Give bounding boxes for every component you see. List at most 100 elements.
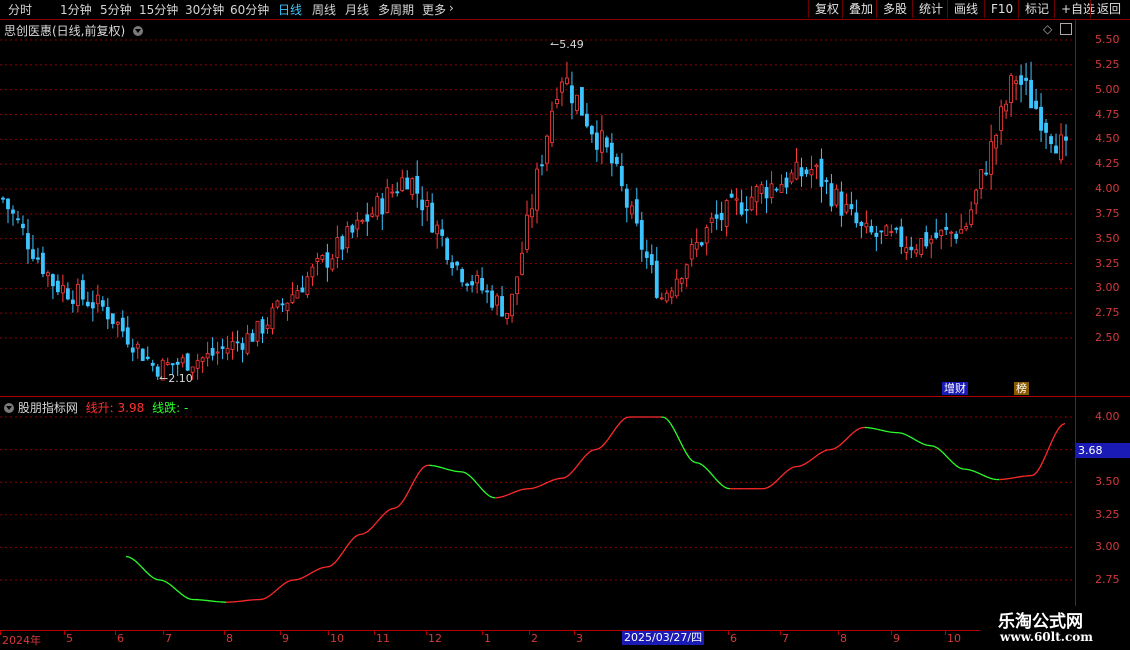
indicator-line-segment [958, 466, 962, 470]
candle-body [215, 351, 220, 354]
period-tab-monthly[interactable]: 月线 [345, 1, 369, 18]
indicator-line-segment [288, 579, 293, 582]
period-tab-15min[interactable]: 15分钟 [139, 1, 178, 18]
indicator-line-segment [817, 452, 822, 456]
indicator-line-segment [160, 579, 164, 582]
period-tab-60min[interactable]: 60分钟 [230, 1, 269, 18]
indicator-line-segment [485, 492, 490, 497]
indicator-line-segment [297, 577, 302, 580]
indicator-tick-label: 4.00 [1095, 410, 1120, 423]
candle-body [859, 221, 864, 227]
indicator-line-segment [275, 587, 280, 591]
date-tick-label: 8 [840, 632, 847, 645]
price-tick-label: 3.75 [1095, 206, 1120, 220]
indicator-line-segment [573, 466, 578, 471]
period-tab-1min[interactable]: 1分钟 [60, 1, 92, 18]
indicator-line-segment [1036, 466, 1041, 473]
indicator-line-segment [134, 560, 139, 565]
period-tab-daily[interactable]: 日线 [278, 1, 302, 18]
candlestick-chart[interactable] [0, 20, 1075, 395]
indicator-line-segment [886, 430, 890, 433]
candle-body [919, 238, 924, 255]
indicator-line-segment [416, 470, 421, 477]
candle-body [649, 254, 654, 266]
indicator-line-segment [507, 492, 512, 496]
indicator-line-segment [851, 430, 856, 435]
period-tab-multi[interactable]: 多周期 [378, 1, 414, 18]
indicator-line-segment [839, 442, 844, 446]
indicator-line-segment [770, 482, 775, 487]
candle-body [385, 187, 390, 213]
indicator-line-segment [538, 484, 543, 487]
period-tab-5min[interactable]: 5分钟 [100, 1, 132, 18]
indicator-line-segment [181, 594, 186, 598]
indicator-line-segment [707, 469, 712, 475]
candle-body [814, 164, 819, 168]
candle-body [689, 244, 694, 260]
indicator-line-segment [147, 573, 152, 577]
back-button[interactable]: 返回 [1090, 0, 1127, 18]
indicator-line-segment [854, 428, 859, 432]
candle-body [275, 300, 280, 308]
candle-body [330, 258, 335, 270]
mark-button[interactable]: 标记 [1018, 0, 1055, 18]
chevron-right-icon[interactable]: › [449, 1, 454, 15]
statistics-button[interactable]: 统计 [912, 0, 949, 18]
indicator-line-segment [400, 498, 406, 504]
indicator-line-segment [513, 490, 518, 493]
date-tick-mark [224, 630, 225, 635]
price-tick-label: 2.50 [1095, 331, 1120, 344]
bang-badge[interactable]: 榜 [1014, 382, 1029, 395]
indicator-line-segment [692, 460, 696, 464]
price-tick-label: 2.75 [1095, 306, 1120, 320]
candle-body [410, 178, 415, 196]
candle-body [405, 177, 410, 190]
candle-body [400, 177, 405, 191]
candle-body [390, 191, 395, 194]
indicator-line-segment [945, 455, 950, 460]
candle-body [70, 299, 75, 304]
candle-body [540, 164, 544, 167]
indicator-chart[interactable] [0, 397, 1075, 630]
adjust-button[interactable]: 复权 [808, 0, 845, 18]
date-tick-label: 1 [484, 632, 491, 645]
indicator-line-segment [363, 531, 368, 535]
indicator-line-segment [789, 466, 794, 470]
indicator-line-segment [138, 563, 143, 568]
indicator-line-segment [163, 580, 167, 583]
indicator-tick-label: 2.75 [1095, 573, 1120, 586]
draw-line-button[interactable]: 画线 [947, 0, 984, 18]
candle-body [779, 183, 784, 193]
period-tab-30min[interactable]: 30分钟 [185, 1, 224, 18]
indicator-line-segment [166, 581, 171, 585]
zengcai-badge[interactable]: 增财 [942, 382, 968, 395]
price-tick-label: 5.00 [1095, 82, 1120, 96]
candle-body [245, 333, 250, 354]
f10-button[interactable]: F10 [984, 0, 1019, 18]
indicator-line-segment [385, 509, 390, 513]
indicator-line-segment [1008, 477, 1012, 480]
date-tick-mark [529, 630, 530, 635]
indicator-line-segment [883, 430, 887, 433]
candle-body [305, 276, 310, 296]
candle-body [804, 169, 809, 175]
indicator-line-segment [782, 471, 787, 475]
candle-body [95, 294, 100, 305]
indicator-line-segment [448, 468, 452, 472]
period-tab-intraday[interactable]: 分时 [8, 1, 32, 18]
candle-body [380, 198, 385, 215]
candle-body [904, 247, 909, 253]
indicator-line-segment [908, 435, 912, 439]
indicator-line-segment [701, 464, 706, 468]
price-tick-label: 5.50 [1095, 33, 1120, 46]
candle-body [914, 249, 919, 254]
candle-body [844, 204, 849, 213]
multi-stock-button[interactable]: 多股 [876, 0, 913, 18]
indicator-line-segment [830, 448, 834, 451]
candle-body [460, 269, 465, 283]
candle-body [46, 272, 50, 277]
period-tab-more[interactable]: 更多 [422, 1, 446, 18]
period-tab-weekly[interactable]: 周线 [312, 1, 336, 18]
candle-body [51, 274, 55, 287]
overlay-button[interactable]: 叠加 [842, 0, 879, 18]
